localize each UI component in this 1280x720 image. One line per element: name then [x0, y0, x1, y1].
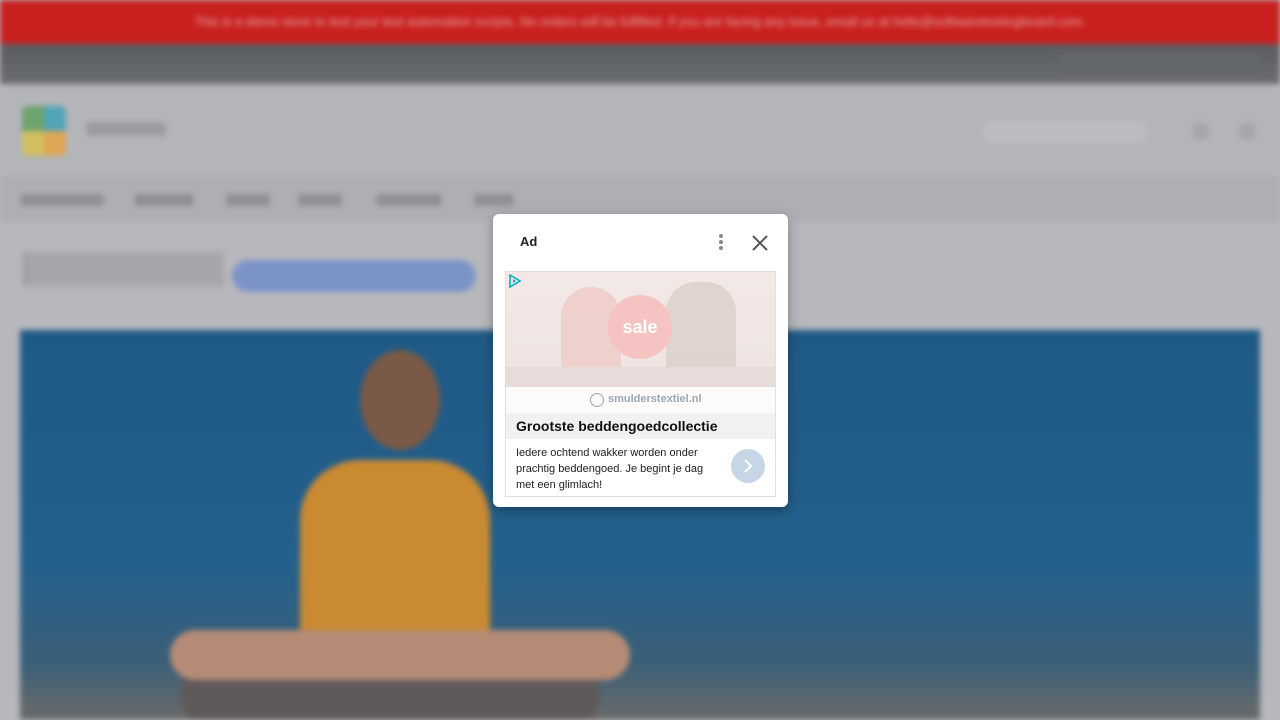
site-header — [0, 84, 1280, 176]
ad-creative[interactable]: sale smulderstextiel.nl Grootste beddeng… — [505, 271, 776, 497]
sale-badge: sale — [608, 295, 672, 359]
ad-cta-button[interactable] — [731, 449, 765, 483]
nav-item — [298, 194, 342, 206]
brand-logo-icon — [590, 393, 604, 407]
demo-store-banner: This is a demo store to test your test a… — [0, 0, 1280, 44]
ad-image-floor — [506, 367, 775, 387]
close-icon[interactable] — [749, 232, 771, 254]
search-input — [980, 118, 1150, 146]
ad-headline-bar[interactable]: Grootste beddengoedcollectie — [506, 413, 775, 439]
ad-brand-strip: smulderstextiel.nl — [506, 387, 775, 413]
ad-label: Ad — [520, 234, 538, 249]
top-bar-links — [1060, 52, 1260, 76]
cart-icon — [1238, 122, 1256, 140]
chevron-right-icon — [744, 459, 753, 473]
ad-modal: Ad sale smulderstextiel.nl Grootste bedd… — [493, 214, 788, 507]
nav-item — [376, 194, 442, 206]
adchoices-icon[interactable] — [508, 273, 522, 289]
nav-item — [134, 194, 194, 206]
hero-figure-head — [360, 350, 440, 450]
ad-headline[interactable]: Grootste beddengoedcollectie — [516, 418, 717, 434]
demo-store-banner-text: This is a demo store to test your test a… — [194, 14, 1086, 29]
ad-brand-name: smulderstextiel.nl — [608, 393, 702, 405]
ad-image[interactable]: sale — [506, 272, 775, 387]
top-bar — [0, 44, 1280, 84]
nav-item — [226, 194, 270, 206]
nav-item — [474, 194, 514, 206]
search-icon — [1192, 122, 1210, 140]
page-title — [24, 252, 224, 286]
ad-description[interactable]: Iedere ochtend wakker worden onder prach… — [516, 445, 716, 493]
site-logo-text — [86, 122, 166, 136]
site-logo — [22, 106, 66, 156]
promo-pill — [232, 260, 476, 292]
nav-item — [20, 194, 104, 206]
hero-figure-arms — [170, 630, 630, 680]
more-vert-icon[interactable] — [709, 232, 733, 252]
